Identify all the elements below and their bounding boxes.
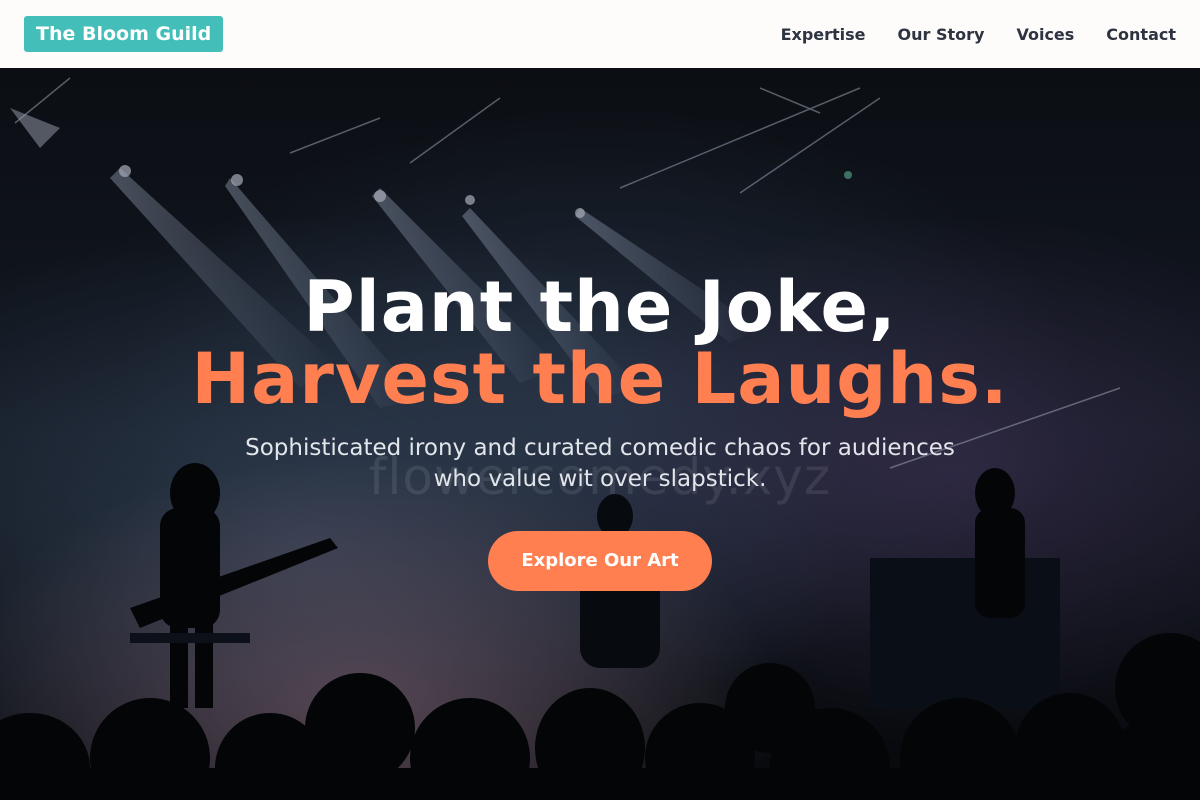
- nav-link-our-story[interactable]: Our Story: [898, 25, 985, 44]
- headline-line-1: Plant the Joke,: [303, 266, 897, 348]
- site-header: The Bloom Guild Expertise Our Story Voic…: [0, 0, 1200, 68]
- nav-link-expertise[interactable]: Expertise: [781, 25, 866, 44]
- hero-headline: Plant the Joke, Harvest the Laughs.: [0, 271, 1200, 415]
- main-nav: Expertise Our Story Voices Contact: [781, 25, 1176, 44]
- nav-link-contact[interactable]: Contact: [1106, 25, 1176, 44]
- hero-content: Plant the Joke, Harvest the Laughs. Soph…: [0, 271, 1200, 591]
- hero-section: flowercomedy.xyz Plant the Joke, Harvest…: [0, 68, 1200, 800]
- hero-subtitle: Sophisticated irony and curated comedic …: [245, 435, 955, 492]
- nav-link-voices[interactable]: Voices: [1016, 25, 1074, 44]
- explore-art-button[interactable]: Explore Our Art: [488, 531, 712, 591]
- brand-logo[interactable]: The Bloom Guild: [24, 16, 224, 52]
- headline-line-2: Harvest the Laughs.: [191, 338, 1009, 420]
